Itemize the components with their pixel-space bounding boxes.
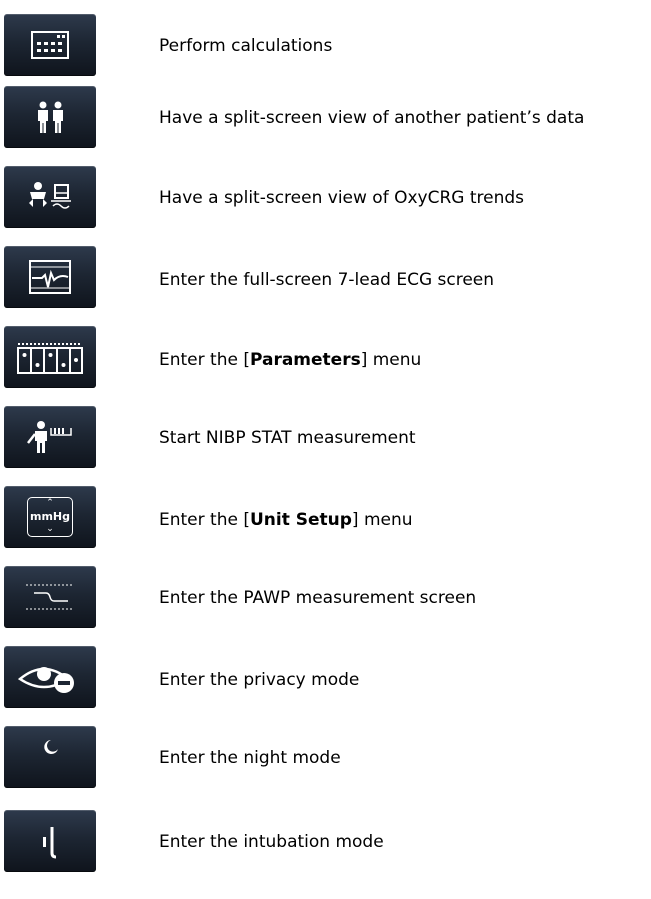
- parameters-label-pre: Enter the [: [159, 350, 250, 370]
- row-unit-setup: ⌃ mmHg ⌄ Enter the [Unit Setup] menu: [0, 486, 651, 556]
- row-night: Enter the night mode: [0, 726, 651, 796]
- intubation-button[interactable]: [4, 810, 96, 872]
- night-mode-button[interactable]: [4, 726, 96, 788]
- row-calculations: Perform calculations: [0, 10, 651, 80]
- pawp-label: Enter the PAWP measurement screen: [159, 588, 477, 608]
- ecg-7-lead-button[interactable]: [4, 246, 96, 308]
- unit-setup-label-post: ] menu: [351, 510, 413, 530]
- nibp-stat-icon: [27, 421, 72, 453]
- ecg-7-lead-icon: [29, 260, 71, 294]
- row-pawp: Enter the PAWP measurement screen: [0, 566, 651, 636]
- row-privacy: Enter the privacy mode: [0, 646, 651, 716]
- oxycrg-label: Have a split-screen view of OxyCRG trend…: [159, 188, 525, 208]
- privacy-mode-label: Enter the privacy mode: [159, 670, 360, 690]
- calculations-button[interactable]: [4, 14, 96, 76]
- parameters-button[interactable]: [4, 326, 96, 388]
- unit-setup-label: Enter the [Unit Setup] menu: [159, 510, 413, 530]
- pawp-icon: [26, 584, 74, 610]
- row-oxycrg: Have a split-screen view of OxyCRG trend…: [0, 166, 651, 236]
- intubation-icon: [43, 827, 57, 859]
- unit-setup-label-pre: Enter the [: [159, 510, 250, 530]
- chevron-up-icon: ⌃: [46, 498, 54, 508]
- row-nibp-stat: Start NIBP STAT measurement: [0, 406, 651, 476]
- row-ecg-7-lead: Enter the full-screen 7-lead ECG screen: [0, 246, 651, 316]
- unit-setup-label-bold: Unit Setup: [249, 510, 352, 530]
- chevron-down-icon: ⌄: [46, 524, 54, 534]
- other-patient-icon: [38, 101, 63, 133]
- other-patient-button[interactable]: [4, 86, 96, 148]
- privacy-mode-icon: [17, 667, 74, 693]
- calculations-label: Perform calculations: [159, 36, 333, 56]
- parameters-label-post: ] menu: [360, 350, 422, 370]
- pawp-button[interactable]: [4, 566, 96, 628]
- parameters-label: Enter the [Parameters] menu: [159, 350, 421, 370]
- oxycrg-icon: [29, 182, 71, 209]
- unit-setup-button[interactable]: ⌃ mmHg ⌄: [4, 486, 96, 548]
- row-intubation: Enter the intubation mode: [0, 810, 651, 880]
- unit-setup-icon: ⌃ mmHg ⌄: [27, 497, 73, 537]
- parameters-label-bold: Parameters: [249, 350, 361, 370]
- parameters-icon: [17, 343, 83, 374]
- ecg-7-lead-label: Enter the full-screen 7-lead ECG screen: [159, 270, 495, 290]
- nibp-stat-button[interactable]: [4, 406, 96, 468]
- privacy-mode-button[interactable]: [4, 646, 96, 708]
- other-patient-label: Have a split-screen view of another pati…: [159, 108, 585, 128]
- oxycrg-button[interactable]: [4, 166, 96, 228]
- intubation-label: Enter the intubation mode: [159, 832, 384, 852]
- calculator-icon: [31, 31, 69, 59]
- night-mode-label: Enter the night mode: [159, 748, 341, 768]
- nibp-stat-label: Start NIBP STAT measurement: [159, 428, 416, 448]
- night-mode-icon: [44, 740, 58, 754]
- unit-setup-icon-text: mmHg: [29, 510, 70, 523]
- row-other-patient: Have a split-screen view of another pati…: [0, 86, 651, 156]
- row-parameters: Enter the [Parameters] menu: [0, 326, 651, 396]
